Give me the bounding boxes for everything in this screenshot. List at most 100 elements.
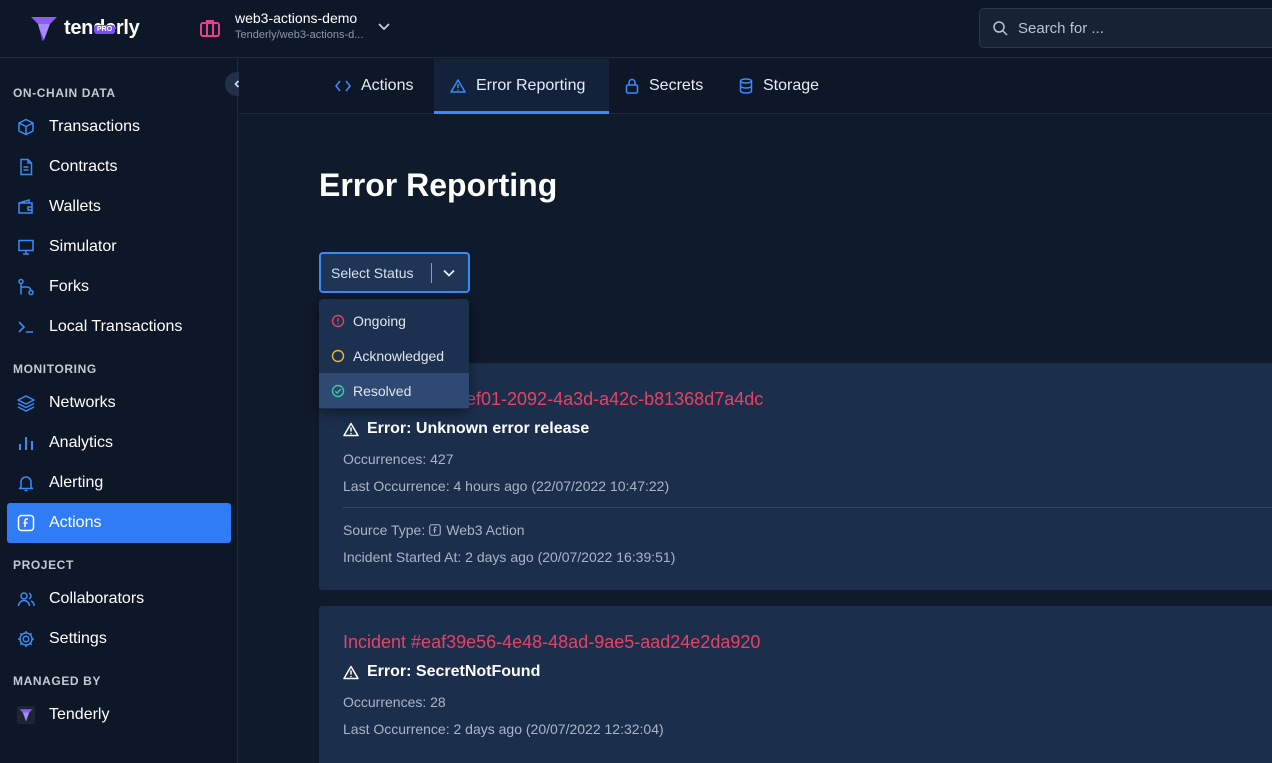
- source-type: Source Type: Web3 Action: [343, 522, 525, 538]
- sidebar-item-alerting[interactable]: Alerting: [7, 463, 231, 503]
- sidebar-item-label: Contracts: [49, 158, 118, 175]
- status-option-acknowledged[interactable]: Acknowledged: [319, 338, 469, 373]
- tab-actions[interactable]: Actions: [319, 59, 429, 113]
- tab-label: Storage: [763, 77, 820, 94]
- chevron-down-icon: [443, 269, 455, 277]
- sidebar-item-label: Networks: [49, 394, 116, 411]
- sidebar-item-networks[interactable]: Networks: [7, 383, 231, 423]
- sidebar-item-label: Local Transactions: [49, 318, 183, 335]
- document-icon: [17, 158, 35, 176]
- status-option-ongoing[interactable]: Ongoing: [319, 303, 469, 338]
- sidebar-item-analytics[interactable]: Analytics: [7, 423, 231, 463]
- tab-storage[interactable]: Storage: [723, 59, 835, 113]
- sidebar-item-label: Actions: [49, 514, 102, 531]
- status-select[interactable]: Select Status: [319, 252, 470, 293]
- layers-icon: [17, 394, 35, 412]
- check-circle-icon: [331, 384, 345, 397]
- lock-icon: [625, 78, 639, 94]
- status-option-label: Acknowledged: [353, 347, 445, 364]
- card-divider: [343, 507, 1272, 508]
- chevron-down-icon: [378, 22, 391, 30]
- sidebar-item-wallets[interactable]: Wallets: [7, 187, 231, 227]
- tab-error-reporting[interactable]: Error Reporting: [434, 59, 609, 114]
- bell-icon: [17, 474, 35, 492]
- incident-error: Error: Unknown error release: [343, 420, 589, 438]
- sidebar-item-forks[interactable]: Forks: [7, 267, 231, 307]
- page-title: Error Reporting: [319, 167, 558, 203]
- section-title-onchain: ON-CHAIN DATA: [13, 86, 116, 100]
- tenderly-logo-icon: [31, 17, 57, 41]
- sidebar-item-label: Transactions: [49, 118, 140, 135]
- sidebar: ON-CHAIN DATA Transactions Contracts Wal…: [0, 59, 238, 763]
- incident-id[interactable]: ef01-2092-4a3d-a42c-b81368d7a4dc: [466, 389, 763, 410]
- warning-icon: [343, 422, 359, 436]
- search-input[interactable]: [1018, 19, 1258, 37]
- error-message: Error: Unknown error release: [367, 420, 590, 437]
- select-separator: [431, 262, 432, 283]
- cube-icon: [17, 118, 35, 136]
- sidebar-item-transactions[interactable]: Transactions: [7, 107, 231, 147]
- status-option-label: Ongoing: [353, 312, 406, 329]
- incident-started: Incident Started At: 2 days ago (20/07/2…: [343, 549, 676, 565]
- sidebar-item-label: Collaborators: [49, 590, 145, 607]
- search-box[interactable]: [979, 8, 1272, 48]
- sidebar-item-actions[interactable]: Actions: [7, 503, 231, 543]
- sidebar-item-label: Forks: [49, 278, 89, 295]
- sidebar-item-local-transactions[interactable]: Local Transactions: [7, 307, 231, 347]
- status-dropdown-menu: Ongoing Acknowledged Resolved: [319, 299, 469, 409]
- section-title-monitoring: MONITORING: [13, 362, 97, 376]
- source-type-value: Web3 Action: [446, 522, 525, 538]
- sidebar-item-label: Analytics: [49, 434, 114, 451]
- source-type-label: Source Type:: [343, 522, 426, 538]
- briefcase-icon: [200, 19, 220, 37]
- warning-icon: [450, 79, 466, 93]
- project-switcher[interactable]: web3-actions-demo Tenderly/web3-actions-…: [198, 10, 391, 41]
- tab-label: Error Reporting: [476, 77, 586, 94]
- function-icon: [429, 524, 442, 536]
- last-occurrence: Last Occurrence: 4 hours ago (22/07/2022…: [343, 478, 670, 494]
- code-icon: [335, 80, 351, 92]
- bar-chart-icon: [17, 434, 35, 452]
- occurrences: Occurrences: 427: [343, 451, 454, 467]
- status-select-placeholder: Select Status: [331, 264, 414, 281]
- sidebar-item-label: Tenderly: [49, 706, 110, 723]
- project-name: web3-actions-demo: [235, 10, 358, 26]
- status-option-resolved[interactable]: Resolved: [319, 373, 469, 408]
- terminal-icon: [17, 318, 35, 336]
- tab-secrets[interactable]: Secrets: [609, 59, 719, 113]
- users-icon: [17, 590, 35, 608]
- alert-circle-icon: [331, 314, 345, 327]
- sidebar-item-label: Settings: [49, 630, 107, 647]
- incident-card[interactable]: Incident #eaf39e56-4e48-48ad-9ae5-aad24e…: [319, 606, 1272, 763]
- sidebar-item-collaborators[interactable]: Collaborators: [7, 579, 231, 619]
- sidebar-item-label: Alerting: [49, 474, 104, 491]
- status-option-label: Resolved: [353, 382, 412, 399]
- error-message: Error: SecretNotFound: [367, 663, 541, 680]
- top-bar: tenderly PRO web3-actions-demo Tenderly/…: [0, 0, 1272, 58]
- sidebar-item-settings[interactable]: Settings: [7, 619, 231, 659]
- warning-icon: [343, 665, 359, 679]
- sidebar-item-label: Wallets: [49, 198, 101, 215]
- circle-icon: [331, 349, 345, 362]
- section-title-project: PROJECT: [13, 558, 74, 572]
- incident-id[interactable]: Incident #eaf39e56-4e48-48ad-9ae5-aad24e…: [343, 632, 760, 653]
- pro-badge: PRO: [94, 25, 116, 34]
- sidebar-item-label: Simulator: [49, 238, 117, 255]
- sidebar-item-simulator[interactable]: Simulator: [7, 227, 231, 267]
- sidebar-item-tenderly[interactable]: Tenderly: [7, 695, 231, 735]
- last-occurrence: Last Occurrence: 2 days ago (20/07/2022 …: [343, 721, 664, 737]
- wallet-icon: [17, 198, 35, 216]
- search-icon: [993, 21, 1008, 36]
- main-content: Error Reporting Select Status ef01-2092-…: [239, 115, 1272, 763]
- tenderly-logo[interactable]: tenderly: [30, 14, 140, 42]
- function-icon: [17, 514, 35, 532]
- monitor-icon: [17, 238, 35, 256]
- tab-bar: Actions Error Reporting Secrets Storage: [239, 59, 1272, 114]
- tab-label: Actions: [361, 77, 414, 94]
- incident-error: Error: SecretNotFound: [343, 663, 540, 681]
- section-title-managed-by: MANAGED BY: [13, 674, 102, 688]
- project-path: Tenderly/web3-actions-d...: [235, 29, 364, 41]
- sidebar-item-contracts[interactable]: Contracts: [7, 147, 231, 187]
- tab-label: Secrets: [649, 77, 704, 94]
- fork-icon: [17, 278, 35, 296]
